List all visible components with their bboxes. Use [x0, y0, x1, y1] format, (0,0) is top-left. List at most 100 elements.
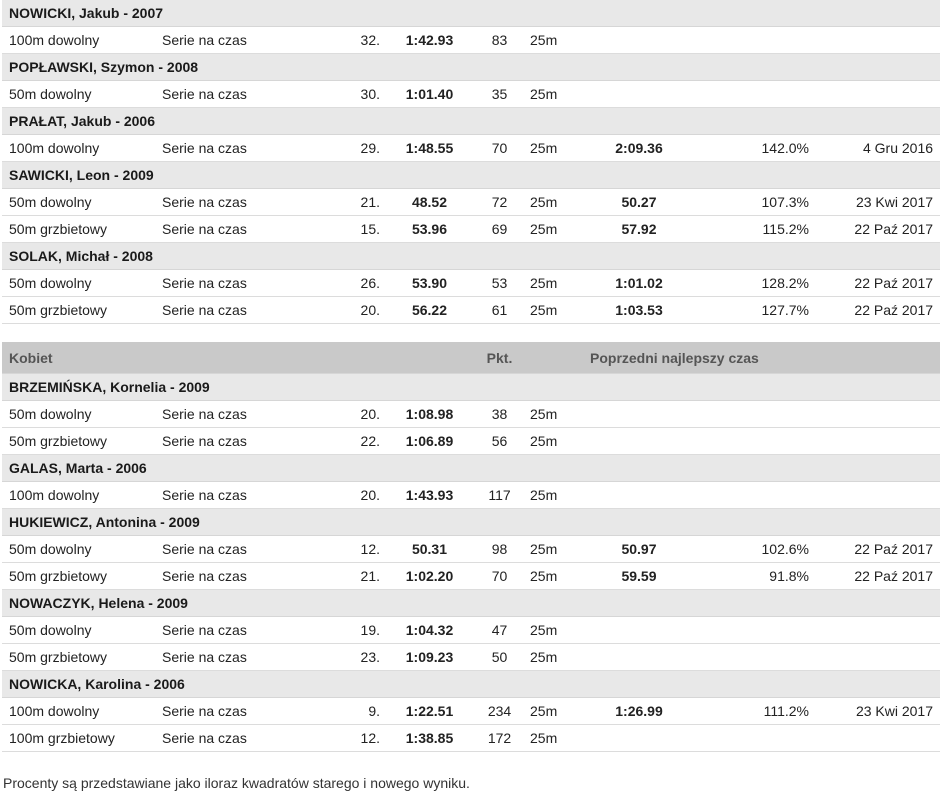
time-cell: 1:02.20	[382, 562, 477, 590]
swimmer-name: PRAŁAT, Jakub - 2006	[2, 107, 941, 135]
result-row: 100m dowolny Serie na czas 29. 1:48.55 70 25m…	[2, 134, 941, 162]
date-cell: 23 Kwi 2017	[809, 188, 941, 216]
time-cell: 1:22.51	[382, 697, 477, 725]
points-cell: 117	[477, 481, 522, 509]
percent-cell	[694, 427, 809, 455]
event-cell: 100m grzbietowy	[2, 724, 162, 752]
place-cell: 20.	[312, 481, 382, 509]
place-cell: 20.	[312, 296, 382, 324]
event-cell: 100m dowolny	[2, 481, 162, 509]
round-cell: Serie na czas	[162, 535, 312, 563]
date-cell	[809, 427, 940, 455]
swimmer-row: PRAŁAT, Jakub - 2006	[2, 107, 941, 135]
result-row: 50m dowolny Serie na czas 21. 48.52 72 25m 50.…	[2, 188, 941, 216]
swimmer-row: SAWICKI, Leon - 2009	[2, 161, 941, 189]
time-cell: 48.52	[382, 188, 477, 216]
date-cell: 22 Paź 2017	[809, 269, 941, 297]
result-row: 50m grzbietowy Serie na czas 22. 1:06.89 56 2…	[2, 427, 940, 455]
date-cell: 23 Kwi 2017	[809, 697, 940, 725]
course-cell: 25m	[522, 400, 584, 428]
event-cell: 100m dowolny	[2, 26, 162, 54]
time-cell: 50.31	[382, 535, 477, 563]
previous-time-cell: 59.59	[584, 562, 694, 590]
time-cell: 1:01.40	[382, 80, 477, 108]
date-cell: 22 Paź 2017	[809, 535, 940, 563]
previous-time-cell: 50.27	[584, 188, 694, 216]
percent-cell: 142.0%	[694, 134, 809, 162]
place-cell: 23.	[312, 643, 382, 671]
course-cell: 25m	[522, 26, 584, 54]
points-cell: 35	[477, 80, 522, 108]
round-cell: Serie na czas	[162, 296, 312, 324]
result-row: 100m dowolny Serie na czas 9. 1:22.51 234 25m…	[2, 697, 940, 725]
result-row: 50m dowolny Serie na czas 20. 1:08.98 38 25m	[2, 400, 940, 428]
course-cell: 25m	[522, 188, 584, 216]
date-cell: 22 Paź 2017	[809, 562, 940, 590]
course-cell: 25m	[522, 724, 584, 752]
event-cell: 50m grzbietowy	[2, 215, 162, 243]
points-cell: 70	[477, 134, 522, 162]
percent-cell: 91.8%	[694, 562, 809, 590]
event-cell: 50m grzbietowy	[2, 562, 162, 590]
time-cell: 1:04.32	[382, 616, 477, 644]
percent-cell: 115.2%	[694, 215, 809, 243]
course-cell: 25m	[522, 697, 584, 725]
result-row: 50m dowolny Serie na czas 26. 53.90 53 25m 1:0…	[2, 269, 941, 297]
place-cell: 12.	[312, 724, 382, 752]
round-cell: Serie na czas	[162, 134, 312, 162]
round-cell: Serie na czas	[162, 724, 312, 752]
date-cell	[809, 26, 941, 54]
place-cell: 19.	[312, 616, 382, 644]
points-cell: 234	[477, 697, 522, 725]
event-cell: 100m dowolny	[2, 697, 162, 725]
swimmer-name: HUKIEWICZ, Antonina - 2009	[2, 508, 940, 536]
points-cell: 38	[477, 400, 522, 428]
round-cell: Serie na czas	[162, 481, 312, 509]
event-cell: 50m dowolny	[2, 400, 162, 428]
time-cell: 1:43.93	[382, 481, 477, 509]
round-cell: Serie na czas	[162, 26, 312, 54]
points-cell: 56	[477, 427, 522, 455]
round-cell: Serie na czas	[162, 215, 312, 243]
previous-time-cell	[584, 80, 694, 108]
previous-time-cell: 50.97	[584, 535, 694, 563]
event-cell: 50m dowolny	[2, 80, 162, 108]
swimmer-name: NOWACZYK, Helena - 2009	[2, 589, 940, 617]
footnote: Procenty są przedstawiane jako iloraz kw…	[3, 775, 470, 791]
result-row: 100m dowolny Serie na czas 32. 1:42.93 83 25m	[2, 26, 941, 54]
points-cell: 172	[477, 724, 522, 752]
course-cell: 25m	[522, 269, 584, 297]
women-results-table: Kobiet Pkt. Poprzedni najlepszy czas BRZ…	[2, 342, 940, 752]
round-cell: Serie na czas	[162, 643, 312, 671]
time-cell: 1:48.55	[382, 134, 477, 162]
event-cell: 50m dowolny	[2, 188, 162, 216]
swimmer-row: SOLAK, Michał - 2008	[2, 242, 941, 270]
previous-time-cell: 1:26.99	[584, 697, 694, 725]
place-cell: 22.	[312, 427, 382, 455]
date-cell	[809, 481, 940, 509]
percent-cell	[694, 616, 809, 644]
points-cell: 83	[477, 26, 522, 54]
result-row: 50m grzbietowy Serie na czas 21. 1:02.20 70 2…	[2, 562, 940, 590]
swimmer-name: POPŁAWSKI, Szymon - 2008	[2, 53, 941, 81]
event-cell: 50m grzbietowy	[2, 296, 162, 324]
result-row: 50m grzbietowy Serie na czas 20. 56.22 61 25m…	[2, 296, 941, 324]
round-cell: Serie na czas	[162, 697, 312, 725]
percent-cell: 107.3%	[694, 188, 809, 216]
place-cell: 12.	[312, 535, 382, 563]
points-cell: 70	[477, 562, 522, 590]
round-cell: Serie na czas	[162, 80, 312, 108]
place-cell: 20.	[312, 400, 382, 428]
place-cell: 21.	[312, 562, 382, 590]
result-row: 50m dowolny Serie na czas 30. 1:01.40 35 25m	[2, 80, 941, 108]
percent-cell	[694, 80, 809, 108]
points-cell: 69	[477, 215, 522, 243]
place-cell: 29.	[312, 134, 382, 162]
time-cell: 53.90	[382, 269, 477, 297]
time-cell: 1:06.89	[382, 427, 477, 455]
swimmer-name: NOWICKI, Jakub - 2007	[2, 0, 941, 27]
round-cell: Serie na czas	[162, 400, 312, 428]
results-container: NOWICKI, Jakub - 2007 100m dowolny Serie n…	[2, 0, 941, 752]
date-cell	[809, 80, 941, 108]
